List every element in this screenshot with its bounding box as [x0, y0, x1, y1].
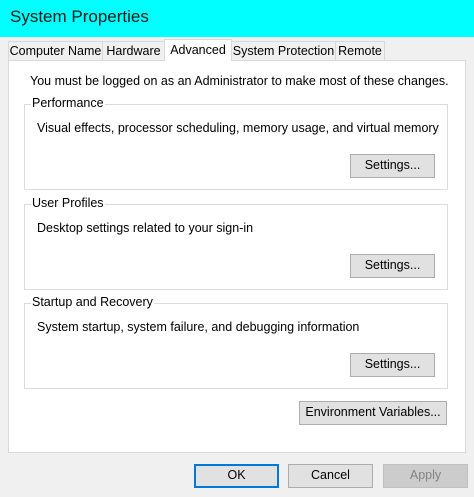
startup-recovery-description: System startup, system failure, and debu… [37, 320, 360, 334]
environment-variables-button[interactable]: Environment Variables... [299, 401, 447, 425]
user-profiles-group-label: User Profiles [31, 196, 105, 210]
performance-description: Visual effects, processor scheduling, me… [37, 121, 439, 135]
ok-button[interactable]: OK [194, 464, 279, 488]
tab-advanced[interactable]: Advanced [164, 39, 232, 61]
performance-settings-button[interactable]: Settings... [350, 154, 435, 178]
window-title: System Properties [10, 7, 149, 26]
title-bar[interactable]: System Properties [0, 0, 474, 37]
tab-computer-name[interactable]: Computer Name [8, 41, 103, 60]
tab-system-protection[interactable]: System Protection [231, 41, 336, 60]
startup-recovery-settings-button[interactable]: Settings... [350, 353, 435, 377]
apply-button[interactable]: Apply [383, 464, 468, 488]
user-profiles-description: Desktop settings related to your sign-in [37, 221, 254, 235]
user-profiles-settings-button[interactable]: Settings... [350, 254, 435, 278]
tab-remote[interactable]: Remote [335, 41, 385, 60]
tab-hardware[interactable]: Hardware [102, 41, 165, 60]
admin-notice: You must be logged on as an Administrato… [30, 74, 449, 88]
user-profiles-group: User Profiles Desktop settings related t… [24, 196, 448, 290]
startup-recovery-group: Startup and Recovery System startup, sys… [24, 295, 448, 389]
performance-group: Performance Visual effects, processor sc… [24, 96, 448, 190]
performance-group-label: Performance [31, 96, 105, 110]
startup-recovery-group-label: Startup and Recovery [31, 295, 154, 309]
cancel-button[interactable]: Cancel [288, 464, 373, 488]
